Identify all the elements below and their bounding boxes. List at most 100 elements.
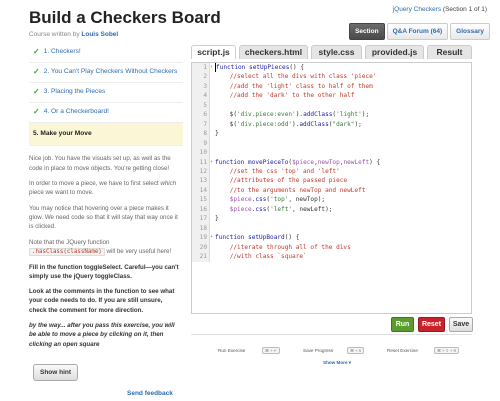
save-shortcut: ⌘ + S	[347, 347, 365, 354]
tab-provided-js[interactable]: provided.js	[365, 45, 424, 59]
line-number: 19	[192, 233, 210, 243]
instruction-paragraph: Look at the comments in the function to …	[29, 288, 175, 314]
lesson-label: 2. You Can't Play Checkers Without Check…	[43, 67, 178, 75]
line-number: 2	[192, 72, 210, 82]
code-line[interactable]: 9	[192, 138, 471, 149]
course-author: Course written by Louis Sobel	[29, 31, 118, 38]
code-text: $('div.piece:even').addClass('light');	[215, 111, 370, 119]
tab-result[interactable]: Result	[427, 45, 472, 59]
editor-tabs: script.js checkers.html style.css provid…	[191, 45, 472, 59]
code-text: }	[215, 215, 219, 223]
code-line[interactable]: 21 //with class `square`	[192, 252, 471, 262]
check-icon: ✓	[33, 106, 40, 116]
code-line[interactable]: 5	[192, 100, 471, 111]
lesson-item[interactable]: ✓ 4. Or a Checkerboard!	[29, 103, 183, 123]
tab-style-css[interactable]: style.css	[311, 45, 362, 59]
send-feedback-link[interactable]: Send feedback	[127, 390, 173, 397]
instruction-paragraph: Nice job. You have the visuals set up, a…	[29, 155, 171, 172]
show-more-link[interactable]: Show More ▾	[323, 360, 351, 366]
line-number: 18	[192, 223, 210, 234]
line-number: 15	[192, 195, 210, 205]
code-line[interactable]: 4 //add the 'dark' to the other half	[192, 91, 471, 101]
code-text: //select all the divs with class 'piece'	[229, 73, 377, 81]
instructions: Nice job. You have the visuals set up, a…	[29, 154, 183, 348]
instruction-paragraph: You may notice that hovering over a piec…	[29, 204, 178, 231]
line-number: 13	[192, 176, 210, 186]
tab-script-js[interactable]: script.js	[191, 45, 236, 59]
line-number: 21	[192, 252, 210, 262]
code-line[interactable]: 14 //to the arguments newTop and newLeft	[192, 185, 471, 196]
save-button[interactable]: Save	[449, 317, 473, 332]
code-text: function movePieceTo($piece,newTop,newLe…	[215, 158, 381, 166]
code-text: //set the css 'top' and 'left'	[229, 167, 340, 175]
code-line[interactable]: 19 ▾ function setUpBoard() {	[192, 233, 471, 243]
code-line[interactable]: 13 //attributes of the passed piece	[192, 176, 471, 186]
lesson-sidebar: ✓ 1. Checkers! ✓ 2. You Can't Play Checker…	[29, 43, 183, 355]
code-text: $('div.piece:odd').addClass("dark");	[215, 120, 362, 128]
reset-button[interactable]: Reset	[418, 317, 445, 332]
code-line[interactable]: 2 //select all the divs with class 'piec…	[192, 72, 471, 82]
top-tabs: Section Q&A Forum (64) Glossary	[349, 23, 490, 40]
code-line[interactable]: 3 //add the 'light' class to half of the…	[192, 81, 471, 92]
tab-section[interactable]: Section	[349, 23, 385, 40]
lesson-label: 5. Make your Move	[33, 129, 92, 137]
code-text: function setUpPieces() {	[215, 63, 305, 73]
code-line[interactable]: 15 $piece.css('top', newTop);	[192, 195, 471, 205]
fold-gutter	[210, 224, 215, 233]
lesson-item[interactable]: ✓ 1. Checkers!	[29, 43, 183, 63]
code-line[interactable]: 12 //set the css 'top' and 'left'	[192, 166, 471, 177]
section-link[interactable]: jQuery Checkers (Section 1 of 1)	[393, 6, 487, 13]
run-shortcut: ⌘ + ↵	[262, 347, 280, 354]
show-hint-button[interactable]: Show hint	[33, 364, 79, 381]
code-line[interactable]: 1 ▾ function setUpPieces() {	[192, 63, 471, 73]
line-number: 6	[192, 110, 210, 120]
check-icon: ✓	[33, 47, 40, 56]
code-text: //to the arguments newTop and newLeft	[229, 186, 366, 194]
code-text: //with class `square`	[229, 253, 307, 261]
save-progress-label: Save Progress	[303, 348, 334, 353]
line-number: 5	[192, 100, 210, 111]
instruction-paragraph: Note that the JQuery function .hasClass(c…	[29, 238, 172, 256]
line-number: 20	[192, 242, 210, 253]
run-button[interactable]: Run	[391, 317, 414, 332]
line-number: 7	[192, 119, 210, 130]
course-header: Build a Checkers Board Course written by…	[0, 0, 500, 40]
lesson-item-current[interactable]: 5. Make your Move	[29, 122, 183, 147]
check-icon: ✓	[33, 86, 40, 96]
progress-divider	[191, 334, 472, 344]
tab-checkers-html[interactable]: checkers.html	[239, 45, 308, 59]
code-text: }	[215, 130, 219, 138]
code-text: //iterate through all of the divs	[229, 243, 351, 251]
lesson-label: 1. Checkers!	[43, 48, 81, 55]
code-line[interactable]: 20 //iterate through all of the divs	[192, 242, 471, 253]
code-line[interactable]: 8}	[192, 129, 471, 139]
code-editor[interactable]: 1 ▾ function setUpPieces() {2 //select all…	[191, 62, 472, 314]
code-line[interactable]: 16 $piece.css('left', newLeft);	[192, 204, 471, 215]
lesson-item[interactable]: ✓ 2. You Can't Play Checkers Without Chec…	[29, 63, 183, 83]
line-number: 12	[192, 166, 210, 177]
code-line[interactable]: 17}	[192, 214, 471, 224]
line-number: 3	[192, 81, 210, 92]
code-text: $piece.css('top', newTop);	[229, 196, 326, 204]
section-info: (Section 1 of 1)	[442, 6, 487, 13]
reset-exercise-label: Reset Exercise	[387, 348, 418, 353]
lesson-item[interactable]: ✓ 3. Placing the Pieces	[29, 83, 183, 103]
code-text: function setUpBoard() {	[215, 234, 300, 242]
tab-glossary[interactable]: Glossary	[450, 23, 490, 40]
code-line[interactable]: 7 $('div.piece:odd').addClass("dark");	[192, 119, 471, 130]
line-number: 8	[192, 129, 210, 139]
section-link-text[interactable]: jQuery Checkers	[393, 6, 441, 13]
tab-qa-forum[interactable]: Q&A Forum (64)	[386, 23, 449, 40]
author-link[interactable]: Louis Sobel	[81, 31, 118, 38]
run-exercise-label: Run Exercise	[218, 348, 246, 353]
code-line[interactable]: 18	[192, 223, 471, 234]
instruction-paragraph: by the way... after you pass this exerci…	[29, 322, 175, 348]
instruction-paragraph: In order to move a piece, we have to fir…	[29, 180, 177, 197]
code-line[interactable]: 10	[192, 148, 471, 158]
code-line[interactable]: 6 $('div.piece:even').addClass('light');	[192, 110, 471, 120]
code-text: //add the 'dark' to the other half	[229, 92, 355, 100]
code-line[interactable]: 11 ▾ function movePieceTo($piece,newTop,ne…	[192, 157, 471, 167]
check-icon: ✓	[33, 66, 40, 76]
keyboard-shortcuts: Run Exercise ⌘ + ↵ Save Progress ⌘ + S R…	[212, 346, 472, 355]
line-number: 14	[192, 185, 210, 196]
